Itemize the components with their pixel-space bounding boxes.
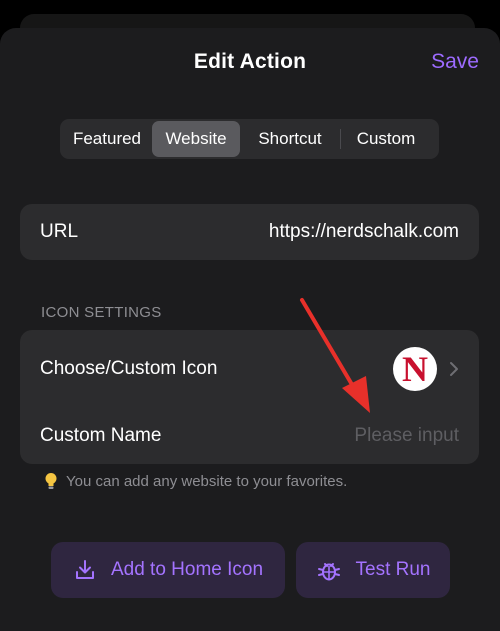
hint-label: You can add any website to your favorite… — [66, 472, 348, 490]
add-to-home-icon-button[interactable]: Add to Home Icon — [51, 542, 285, 598]
lightbulb-icon — [45, 473, 57, 489]
test-run-button[interactable]: Test Run — [296, 542, 450, 598]
tab-website[interactable]: Website — [152, 121, 240, 157]
url-value[interactable]: https://nerdschalk.com — [269, 221, 459, 243]
download-icon — [75, 560, 94, 579]
choose-icon-label: Choose/Custom Icon — [40, 358, 218, 379]
save-button[interactable]: Save — [431, 50, 479, 74]
icon-settings-card: Choose/Custom Icon N Custom Name Please … — [20, 330, 479, 464]
url-row[interactable]: URL https://nerdschalk.com — [20, 204, 479, 260]
add-to-home-label: Add to Home Icon — [110, 559, 264, 580]
chevron-right-icon — [450, 362, 458, 376]
logo-letter: N — [402, 349, 428, 389]
tab-shortcut[interactable]: Shortcut — [240, 121, 340, 157]
custom-name-row[interactable]: Custom Name Please input — [20, 408, 479, 464]
custom-name-label: Custom Name — [40, 425, 162, 446]
url-card: URL https://nerdschalk.com — [20, 204, 479, 260]
url-label: URL — [40, 221, 79, 242]
test-run-label: Test Run — [355, 559, 431, 580]
tab-custom[interactable]: Custom — [341, 121, 431, 157]
custom-name-input[interactable]: Please input — [354, 425, 459, 447]
icon-preview-group: N — [393, 347, 459, 391]
annotation-arrow-icon — [300, 298, 370, 413]
choose-icon-row[interactable]: Choose/Custom Icon N — [20, 330, 479, 408]
hint-text: You can add any website to your favorite… — [44, 472, 347, 490]
page-title: Edit Action — [193, 50, 307, 73]
tab-featured[interactable]: Featured — [62, 121, 152, 157]
action-type-segmented-control: Featured Website Shortcut Custom — [60, 119, 439, 159]
bug-icon — [317, 563, 340, 581]
icon-settings-section-label: ICON SETTINGS — [41, 304, 162, 321]
nerdschalk-logo-icon: N — [393, 347, 437, 391]
